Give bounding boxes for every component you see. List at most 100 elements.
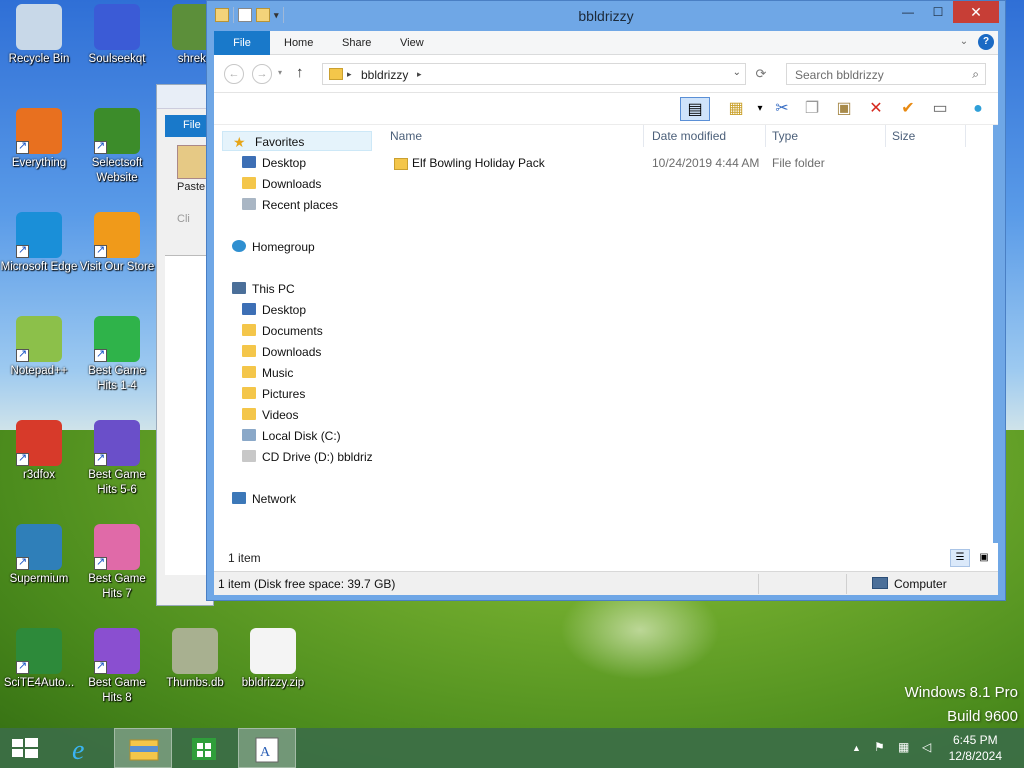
desktop-icon[interactable]: SciTE4Auto... [0,628,78,691]
tab-home[interactable]: Home [284,31,313,55]
shortcut-arrow-icon [94,555,107,570]
select-folder-icon[interactable]: ▦ [724,97,748,121]
minimize-button[interactable]: — [893,1,923,23]
clock[interactable]: 6:45 PM 12/8/2024 [949,732,1002,764]
nav-label: Network [252,492,297,506]
address-dropdown-icon[interactable]: ⌄ [733,67,741,78]
nav-item[interactable]: Desktop [242,153,306,173]
nav-favorites[interactable]: ★ Favorites [222,131,372,151]
address-bar[interactable]: ▸ bbldrizzy ▸ ⌄ [322,63,746,85]
refresh-icon[interactable]: ⟳ [750,63,772,85]
nav-network[interactable]: Network [232,489,296,509]
desktop-icon-label: Everything [11,157,67,169]
desktop-icon[interactable]: Soulseekqt [78,4,156,67]
desktop-icon-label: Selectsoft Website [91,157,143,184]
desktop-icon[interactable]: Best Game Hits 8 [78,628,156,706]
taskbar-wordpad[interactable]: A [238,728,296,768]
tab-share[interactable]: Share [342,31,371,55]
nav-item[interactable]: Pictures [242,384,305,404]
file-row[interactable]: Elf Bowling Holiday Pack 10/24/2019 4:44 … [374,153,993,175]
column-header-size[interactable]: Size [886,125,966,147]
desktop-icon[interactable]: Best Game Hits 1-4 [78,316,156,394]
desktop-icon[interactable]: Best Game Hits 5-6 [78,420,156,498]
desktop-icon[interactable]: Everything [0,108,78,171]
help-icon[interactable]: ? [978,34,994,50]
large-icons-view-icon[interactable]: ▣ [974,549,994,567]
paste-icon[interactable] [177,145,207,179]
desktop-icon[interactable]: Recycle Bin [0,4,78,67]
desktop-icon[interactable]: Notepad++ [0,316,78,379]
column-header-name[interactable]: Name [384,125,644,147]
show-hidden-icons[interactable]: ▲ [852,743,861,753]
action-center-flag-icon[interactable]: ⚑ [874,740,885,754]
desktop-icon[interactable]: Selectsoft Website [78,108,156,186]
search-input[interactable]: Search bbldrizzy [795,68,884,82]
nav-item[interactable]: Recent places [242,195,338,215]
copy-icon[interactable]: ❐ [800,97,824,121]
taskbar: e A ▲ ⚑ ▦ ◁ 6:45 PM 12/8/2024 [0,728,1024,768]
desktop-icon-label: SciTE4Auto... [3,677,75,689]
nav-item[interactable]: CD Drive (D:) bbldriz [242,447,373,467]
column-header-date-modified[interactable]: Date modified [646,125,766,147]
start-button[interactable] [0,728,58,768]
expand-ribbon-icon[interactable]: ⌄ [956,34,972,50]
nav-item[interactable]: Desktop [242,300,306,320]
desktop-icon-label: Best Game Hits 8 [88,677,146,704]
checkmark-icon[interactable]: ✔ [896,97,920,121]
nav-this-pc[interactable]: This PC [232,279,295,299]
cut-icon[interactable]: ✂ [770,97,794,121]
file-list[interactable]: Name Date modified Type Size Elf Bowling… [374,125,993,543]
search-icon[interactable]: ⌕ [972,67,979,82]
violet-dice-icon [94,628,140,674]
forward-arrow-icon[interactable]: → [252,64,272,84]
nav-item[interactable]: Downloads [242,174,321,194]
star-icon: ★ [233,134,246,150]
breadcrumb-chevron-icon[interactable]: ▸ [417,69,422,80]
nav-label: Pictures [262,387,306,401]
explorer-window[interactable]: ▾ bbldrizzy — ☐ ✕ File Home Share View ⌄… [206,0,1006,601]
nav-item[interactable]: Music [242,363,293,383]
desktop-icon[interactable]: Supermium [0,524,78,587]
paste-icon[interactable]: ▣ [832,97,856,121]
column-header-type[interactable]: Type [766,125,886,147]
up-arrow-icon[interactable]: ↑ [296,64,304,81]
taskbar-store[interactable] [176,728,234,768]
status-separator [846,574,847,594]
fox-icon [16,420,62,466]
desktop-icon[interactable]: bbldrizzy.zip [234,628,312,691]
desktop-icon[interactable]: Thumbs.db [156,628,234,691]
delete-icon[interactable]: ✕ [864,97,888,121]
nav-item[interactable]: Videos [242,405,298,425]
taskbar-internet-explorer[interactable]: e [56,728,114,768]
details-view-icon[interactable]: ☰ [950,549,970,567]
nav-item[interactable]: Local Disk (C:) [242,426,341,446]
tab-file[interactable]: File [214,31,270,55]
shortcut-arrow-icon [16,659,29,674]
taskbar-file-explorer[interactable] [114,728,172,768]
nav-item[interactable]: Downloads [242,342,321,362]
search-box[interactable]: Search bbldrizzy ⌕ [786,63,986,85]
folder-icon [394,158,408,170]
globe-icon[interactable]: ● [966,97,990,121]
rename-icon[interactable]: ▭ [928,97,952,121]
breadcrumb-chevron-icon[interactable]: ▸ [347,69,352,80]
maximize-button[interactable]: ☐ [923,1,953,23]
title-bar[interactable]: ▾ bbldrizzy — ☐ ✕ [207,1,1005,31]
close-button[interactable]: ✕ [953,1,999,23]
network-tray-icon[interactable]: ▦ [898,740,909,754]
recent-locations-icon[interactable]: ▾ [278,68,282,77]
desktop-icon-label: Best Game Hits 5-6 [88,469,146,496]
back-arrow-icon[interactable]: ← [224,64,244,84]
desktop-icon[interactable]: r3dfox [0,420,78,483]
volume-muted-icon[interactable]: ◁ [922,740,931,754]
preview-pane-icon[interactable]: ▤ [680,97,710,121]
select-dropdown-icon[interactable]: ▾ [748,97,772,121]
nav-item[interactable]: Documents [242,321,323,341]
tab-view[interactable]: View [400,31,424,55]
desktop-icon[interactable]: Best Game Hits 7 [78,524,156,602]
folder-icon [242,177,256,189]
desktop-icon[interactable]: Visit Our Store [78,212,156,275]
desktop-icon[interactable]: Microsoft Edge [0,212,78,275]
breadcrumb-bbldrizzy[interactable]: bbldrizzy [361,68,408,82]
nav-homegroup[interactable]: Homegroup [232,237,315,257]
